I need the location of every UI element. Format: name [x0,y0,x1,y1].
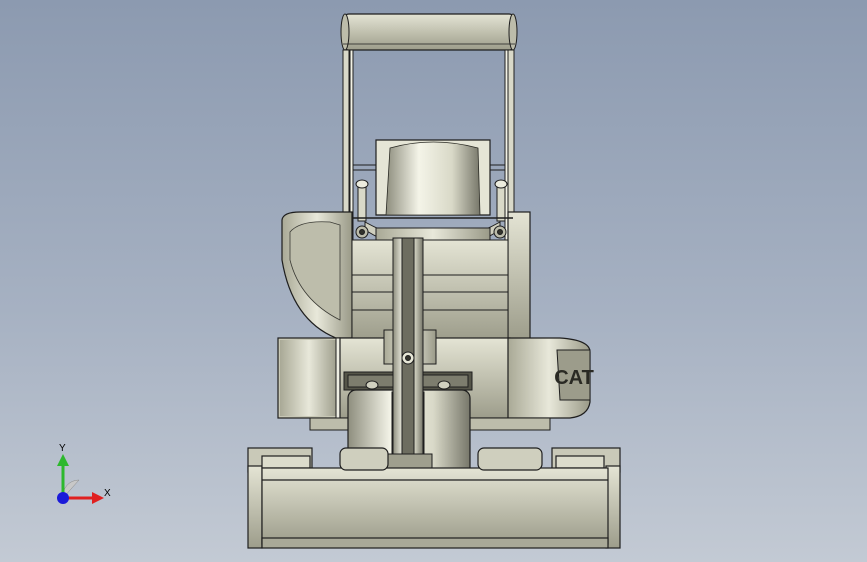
triad-x-label: X [104,488,111,499]
engine-hood-right [507,211,531,341]
graphics-viewport[interactable]: CAT Y X [0,0,867,562]
cat-logo-text: CAT [554,367,594,389]
coordinate-triad [57,454,104,504]
z-axis-dot-icon [57,492,69,504]
y-axis-arrow-icon [57,454,69,466]
engine-hood-left [281,211,353,339]
triad-y-label: Y [59,443,66,454]
x-axis-arrow-icon [92,492,104,504]
canopy-roll-bar [340,13,518,51]
cat-logo-panel: CAT [554,349,594,401]
operator-platform [351,239,509,341]
